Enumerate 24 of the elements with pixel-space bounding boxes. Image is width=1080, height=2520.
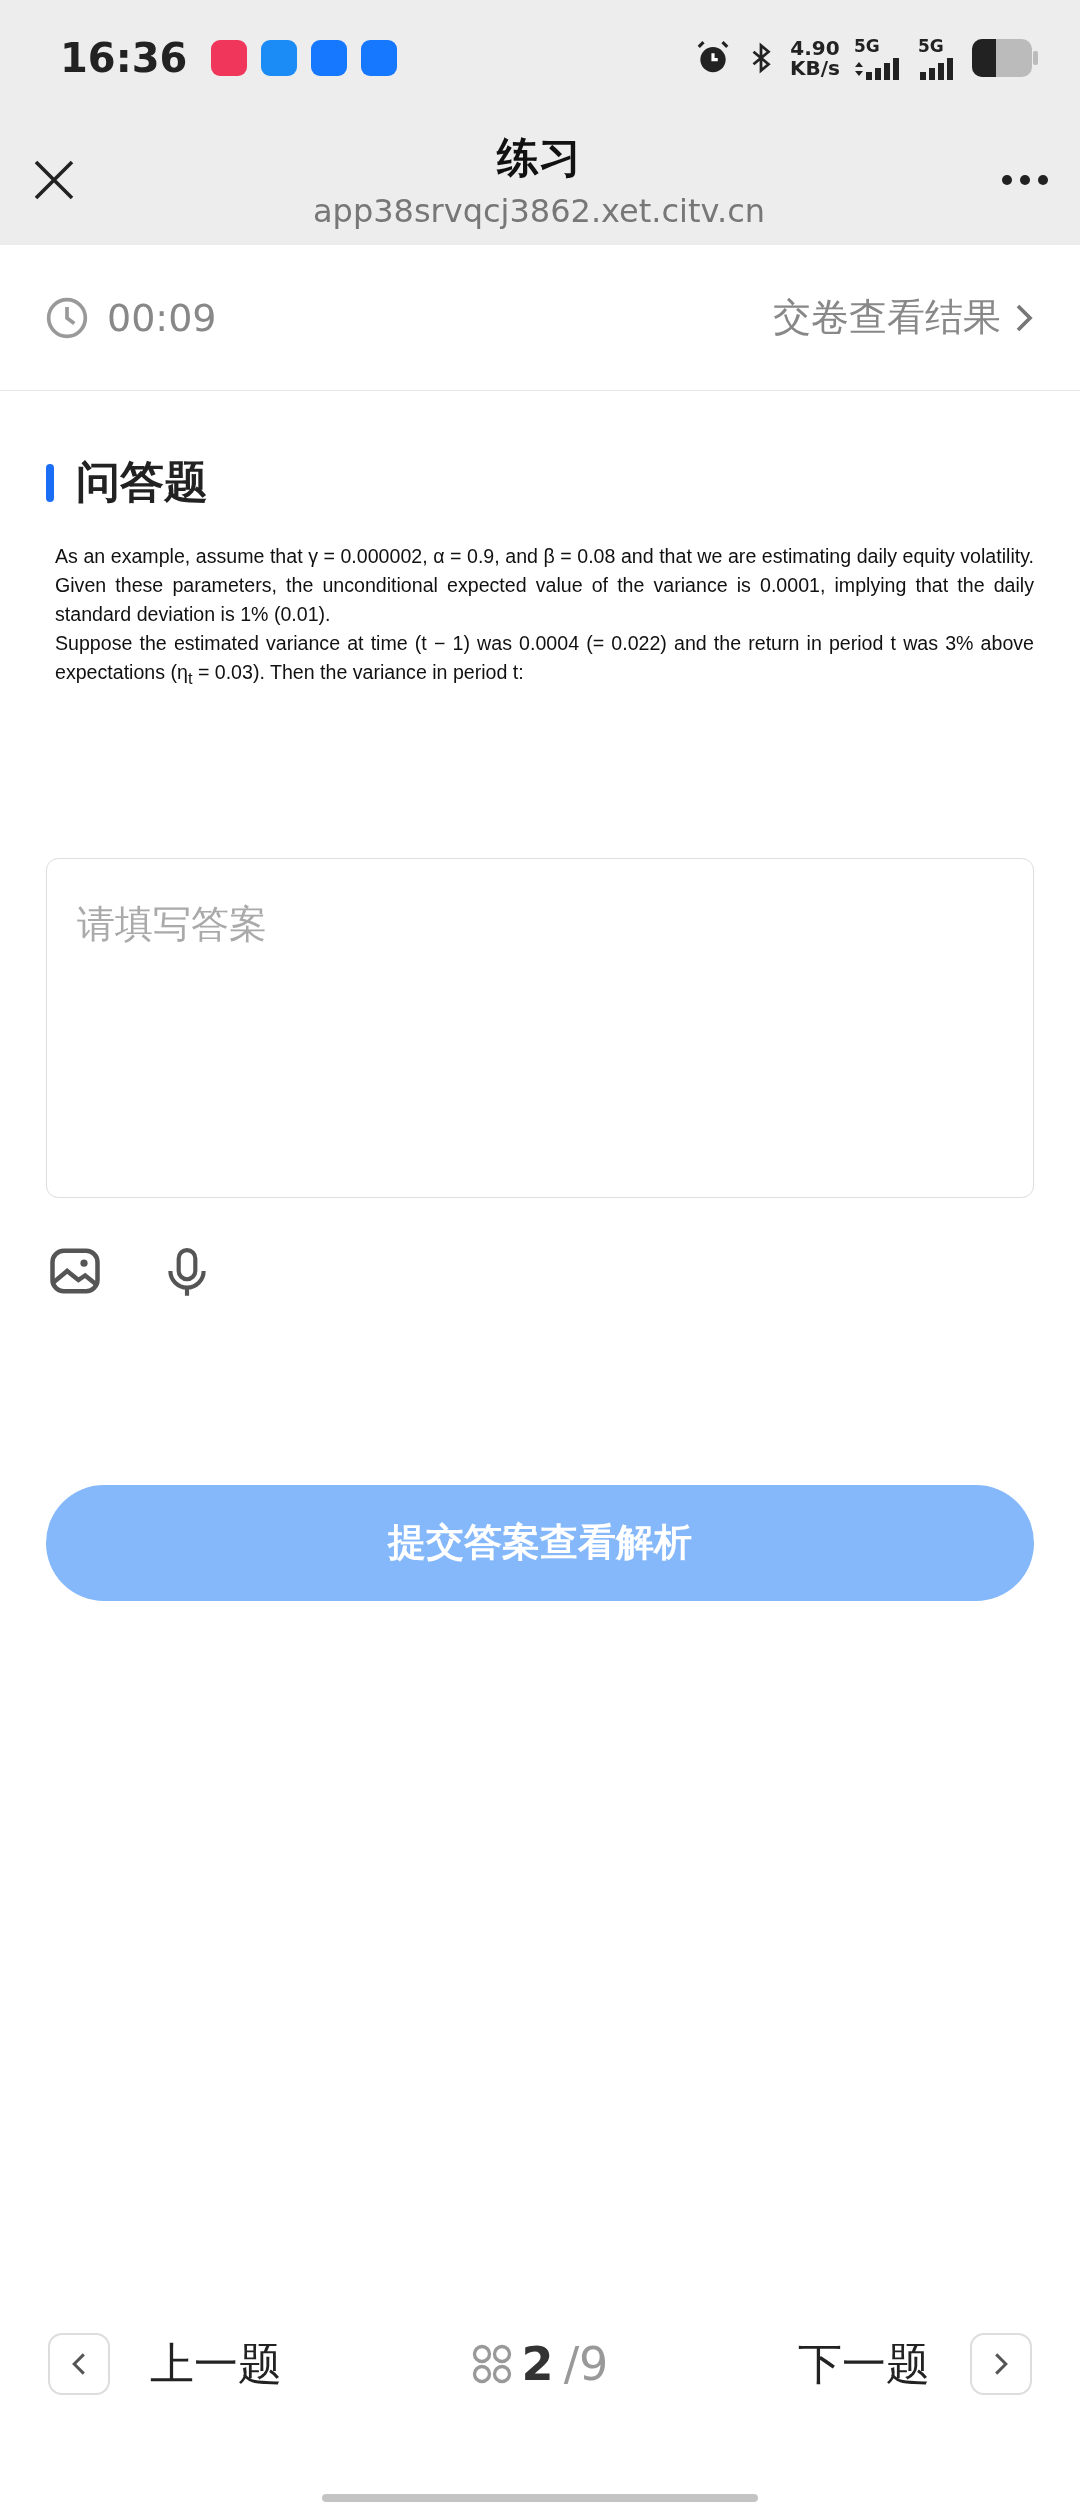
network-type: 5G <box>918 35 944 56</box>
page-title: 练习 <box>497 132 581 184</box>
chevron-left-icon <box>48 2333 110 2395</box>
answer-field[interactable]: 请填写答案 <box>46 857 1034 1198</box>
status-time: 16:36 <box>60 34 188 81</box>
current-question: 2 <box>521 2337 554 2391</box>
clock-icon <box>45 295 89 340</box>
next-button[interactable]: 下一题 <box>798 2333 1032 2395</box>
timer: 00:09 <box>107 295 217 340</box>
grid-icon[interactable] <box>471 2344 512 2384</box>
speed-unit: KB/s <box>790 57 840 78</box>
question-text: Suppose the estimated variance at time (t − 1) was 0.0004 (= 0.022) and the return in period t was 3% above expectations (η$_{t}$ = 0.03). Then the variance in period t: <box>55 631 1034 689</box>
more-icon[interactable] <box>1000 173 1050 187</box>
question-text: As an example, assume that γ = 0.000002, α = 0.9, and β = 0.08 and that we are estimating daily equity volatility. Given these parameters, the unconditional expected value of the variance is 0.0001, implying that the daily standard deviation is 1% (0.01). <box>55 544 1034 627</box>
submit-paper-link[interactable]: 交卷查看结果 <box>773 292 1035 343</box>
question-total: /9 <box>563 2337 609 2391</box>
previous-button[interactable]: 上一题 <box>48 2333 282 2395</box>
section-marker <box>46 463 54 502</box>
question-type: 问答题 <box>76 455 208 509</box>
page-url: app38srvqcj3862.xet.citv.cn <box>313 192 765 230</box>
network-speed: 4.90 <box>790 37 840 58</box>
network-type: 5G <box>854 35 880 56</box>
chevron-right-icon <box>970 2333 1032 2395</box>
battery-icon <box>972 38 1038 77</box>
